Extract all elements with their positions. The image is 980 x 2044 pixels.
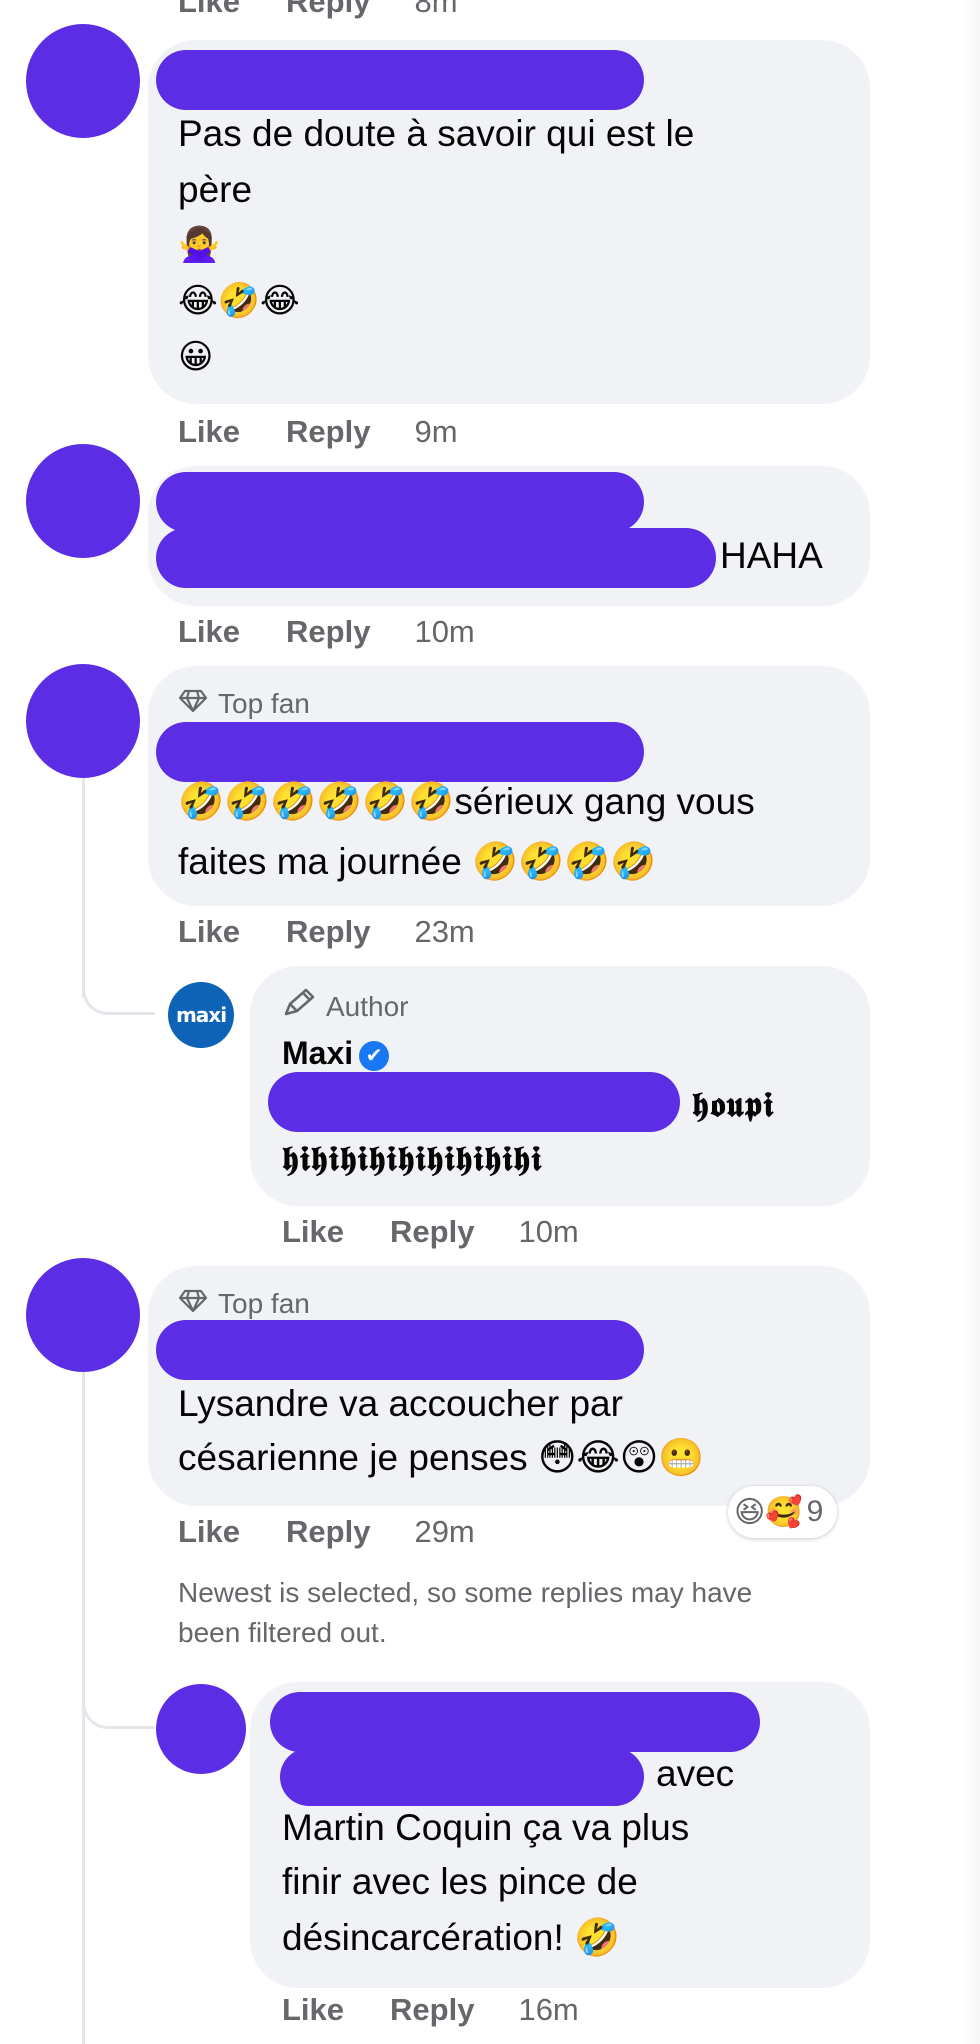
badge-label: Author	[326, 990, 409, 1022]
filter-notice-line: Newest is selected, so some replies may …	[178, 1577, 753, 1608]
comment-text-line: HAHA	[720, 535, 823, 576]
diamond-icon	[178, 688, 208, 720]
comment-actions: Like Reply 8m	[178, 0, 458, 20]
reply-button[interactable]: Reply	[390, 1992, 474, 2027]
comment-actions: Like Reply 10m	[178, 614, 475, 650]
comment-text-line: désincarcération! 🤣	[282, 1917, 621, 1958]
reaction-summary[interactable]: 😆🥰 9	[728, 1486, 838, 1538]
comment-text-line: 🙅‍♀️	[178, 226, 221, 264]
comment-actions: Like Reply 29m	[178, 1514, 475, 1550]
reply-button[interactable]: Reply	[286, 1514, 370, 1549]
reply-button[interactable]: Reply	[286, 914, 370, 949]
comment-text-line: faites ma journée 🤣🤣🤣🤣	[178, 841, 657, 882]
like-button[interactable]: Like	[282, 1214, 344, 1249]
thread-connector	[82, 1680, 155, 1729]
like-button[interactable]: Like	[178, 614, 240, 649]
avatar[interactable]	[26, 1258, 140, 1372]
comment-time: 29m	[414, 1514, 475, 1549]
comment-time: 10m	[518, 1214, 579, 1249]
comment-text-line: finir avec les pince de	[282, 1861, 638, 1902]
redacted-name	[156, 1320, 644, 1380]
diamond-icon	[178, 1288, 208, 1320]
comment-time: 8m	[414, 0, 458, 19]
redacted-mention	[280, 1748, 644, 1806]
verified-icon: ✔	[359, 1041, 390, 1071]
redacted-name	[156, 50, 644, 110]
comment-text-line: césarienne je penses 😳😂😲😬	[178, 1437, 705, 1478]
like-button[interactable]: Like	[178, 1514, 240, 1549]
redacted-name	[270, 1692, 760, 1752]
comment-time: 9m	[414, 414, 458, 449]
comment-text-line: 🤣🤣🤣🤣🤣🤣sérieux gang vous	[178, 781, 755, 822]
comment-actions: Like Reply 10m	[282, 1214, 579, 1250]
reply-button[interactable]: Reply	[286, 414, 370, 449]
avatar[interactable]	[156, 1684, 246, 1774]
like-button[interactable]: Like	[178, 914, 240, 949]
thread-connector	[82, 960, 155, 1015]
reaction-count: 9	[806, 1495, 824, 1528]
avatar[interactable]	[26, 24, 140, 138]
author-badge: Author	[282, 988, 409, 1025]
redacted-mention	[268, 1072, 680, 1132]
filter-notice-line: been filtered out.	[178, 1617, 387, 1648]
author-name-label: Maxi	[282, 1035, 354, 1071]
comment-actions: Like Reply 16m	[282, 1992, 579, 2028]
like-button[interactable]: Like	[178, 0, 240, 19]
comment-actions: Like Reply 9m	[178, 414, 458, 450]
comment-actions: Like Reply 23m	[178, 914, 475, 950]
comment-time: 10m	[414, 614, 475, 649]
redacted-name	[156, 472, 644, 532]
comment-text-line: 𝖍𝖎𝖍𝖎𝖍𝖎𝖍𝖎𝖍𝖎𝖍𝖎𝖍𝖎𝖍𝖎𝖍𝖎	[282, 1139, 543, 1179]
badge-label: Top fan	[218, 688, 310, 719]
avatar[interactable]	[26, 664, 140, 778]
maxi-logo-avatar[interactable]: maxi	[168, 982, 234, 1048]
comment-text-line: Lysandre va accoucher par	[178, 1383, 623, 1424]
logo-text: maxi	[175, 1003, 227, 1027]
comment-text-line: 😀	[178, 338, 214, 376]
top-fan-badge: Top fan	[178, 688, 310, 720]
redacted-text	[156, 528, 716, 588]
pencil-icon	[282, 988, 316, 1025]
reply-button[interactable]: Reply	[390, 1214, 474, 1249]
comment-time: 23m	[414, 914, 475, 949]
comment-text-line: avec	[656, 1753, 735, 1794]
page-right-edge	[960, 0, 980, 2044]
top-fan-badge: Top fan	[178, 1288, 310, 1320]
comment-text-line: Pas de doute à savoir qui est le	[178, 113, 695, 154]
comment-text-line: 𝖍𝖔𝖚𝖕𝖎	[692, 1085, 775, 1125]
avatar[interactable]	[26, 444, 140, 558]
comment-text-line: Martin Coquin ça va plus	[282, 1807, 690, 1848]
reaction-icons: 😆🥰	[734, 1495, 803, 1529]
reply-button[interactable]: Reply	[286, 614, 370, 649]
redacted-name	[156, 722, 644, 782]
comment-time: 16m	[518, 1992, 579, 2027]
badge-label: Top fan	[218, 1288, 310, 1319]
like-button[interactable]: Like	[282, 1992, 344, 2027]
comment-text-line: 😂🤣😂	[178, 282, 300, 320]
like-button[interactable]: Like	[178, 414, 240, 449]
reply-button[interactable]: Reply	[286, 0, 370, 19]
comment-text-line: père	[178, 169, 253, 210]
